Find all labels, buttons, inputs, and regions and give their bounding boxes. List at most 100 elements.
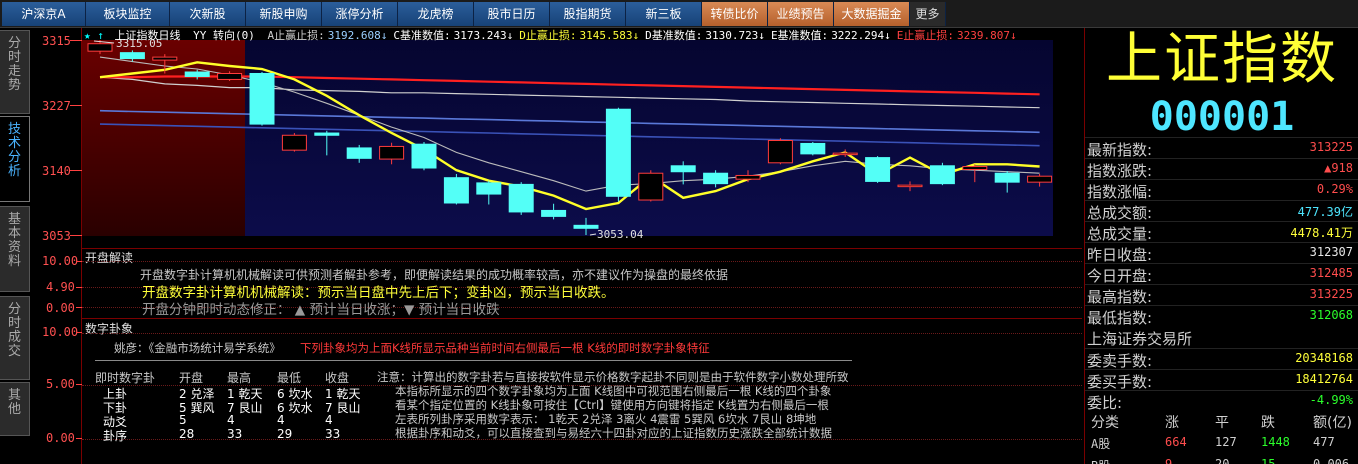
quote-label: 指数涨跌: xyxy=(1087,162,1153,180)
nav-tab-6[interactable]: 股市日历 xyxy=(474,2,550,26)
hexagram-header: 开盘 xyxy=(179,371,204,385)
side-tab-3[interactable]: 分时成交 xyxy=(0,296,30,380)
candle-body xyxy=(735,174,761,180)
order-value: 20348168 xyxy=(1295,351,1353,365)
side-tab-char: 基 xyxy=(7,212,21,227)
candle-body xyxy=(541,209,567,217)
kline-chart[interactable]: 3315.05 3053.04 xyxy=(82,28,1082,248)
candle-body xyxy=(703,172,729,185)
candle-body xyxy=(152,56,178,61)
side-tab-char: 成 xyxy=(7,330,21,345)
legend-item-label: A止赢止损: xyxy=(267,29,325,42)
side-tab-char: 他 xyxy=(7,402,21,417)
price-scale-tick xyxy=(70,170,82,171)
candle-body xyxy=(865,157,891,182)
low-annotation: 3053.04 xyxy=(597,228,644,241)
price-scale-label-3315: 3315 xyxy=(42,34,71,48)
chart-legend: ★ ↑ 上证指数日线 YY 转向(0) A止赢止损: 3192.608↓ C基准数值… xyxy=(84,27,1023,42)
panel2-title: 数字卦象 xyxy=(85,322,134,336)
hexagram-cell: 5 xyxy=(179,413,187,427)
nav-tab-7[interactable]: 股指期货 xyxy=(550,2,626,26)
legend-title: 上证指数日线 xyxy=(114,29,181,42)
panel1-scale-4: 4.90 xyxy=(46,280,75,294)
side-tab-char: 技 xyxy=(7,122,21,137)
legend-yy: YY 转向(0) xyxy=(193,29,255,42)
legend-item-value: 3145.583↓ xyxy=(579,29,640,42)
hexagram-cell: 4 xyxy=(227,413,235,427)
legend-item-value: 3130.723↓ xyxy=(705,29,765,42)
breadth-cell: 9 xyxy=(1165,457,1173,464)
breadth-cell: 127 xyxy=(1215,435,1237,449)
quote-label: 最高指数: xyxy=(1087,288,1153,306)
nav-highlight-tab-0[interactable]: 转债比价 xyxy=(702,2,768,26)
order-row: 委买手数: 18412764 xyxy=(1085,369,1358,391)
nav-tab-4[interactable]: 涨停分析 xyxy=(322,2,398,26)
side-tab-char: 分 xyxy=(7,36,21,51)
candle-body xyxy=(476,182,502,195)
quote-value: 4478.41万 xyxy=(1290,226,1353,240)
legend-item-label: E止赢止损: xyxy=(896,29,955,42)
panel1-scale-10: 10.00 xyxy=(42,254,79,268)
price-scale-tick xyxy=(70,235,82,236)
nav-highlight-tab-1[interactable]: 业绩预告 xyxy=(768,2,834,26)
quote-label: 指数涨幅: xyxy=(1087,183,1153,201)
nav-tab-5[interactable]: 龙虎榜 xyxy=(398,2,474,26)
breadth-header: 额(亿) xyxy=(1313,415,1352,431)
nav-tab-8[interactable]: 新三板 xyxy=(626,2,702,26)
quote-label: 最新指数: xyxy=(1087,141,1153,159)
legend-item-value: 3222.294↓ xyxy=(831,29,891,42)
candle-body xyxy=(217,72,243,80)
panel2-scale-10: 10.00 xyxy=(42,325,79,339)
legend-item-label: D止赢止损: xyxy=(519,29,577,42)
nav-highlight-tab-2[interactable]: 大数据掘金 xyxy=(834,2,910,26)
quote-row: 今日开盘: 312485 xyxy=(1085,263,1358,285)
quote-value: 312307 xyxy=(1309,245,1353,259)
panel1-scale-0: 0.00 xyxy=(46,301,75,315)
side-tab-0[interactable]: 分时走势 xyxy=(0,30,30,114)
quote-row: 昨日收盘: 312307 xyxy=(1085,242,1358,264)
legend-items: A止赢止损: 3192.608↓ C基准数值: 3173.243↓ D止赢止损: 3145… xyxy=(268,29,1023,42)
nav-tab-1[interactable]: 板块监控 xyxy=(86,2,170,26)
breadth-cell: 15 xyxy=(1261,457,1276,464)
hexagram-header: 最低 xyxy=(277,371,302,385)
quote-value: 0.29% xyxy=(1316,182,1353,196)
side-tab-2[interactable]: 基本资料 xyxy=(0,206,30,292)
candle-body xyxy=(411,143,437,169)
breadth-cell: 1448 xyxy=(1261,435,1290,449)
side-tab-4[interactable]: 其他 xyxy=(0,382,30,436)
candle-body xyxy=(994,172,1020,183)
quote-label: 今日开盘: xyxy=(1087,267,1153,285)
panel2-divider xyxy=(95,360,852,361)
index-quote-panel: 上证指数 000001 最新指数: 313225 指数涨跌: ▲918 指数涨幅: 0.2… xyxy=(1084,28,1358,464)
panel1-gridline xyxy=(82,261,1082,262)
nav-tab-0[interactable]: 沪深京A xyxy=(2,2,86,26)
legend-item-value: 3239.807↓ xyxy=(957,29,1017,42)
nav-tab-3[interactable]: 新股申购 xyxy=(246,2,322,26)
quote-row: 总成交额: 477.39亿 xyxy=(1085,200,1358,222)
chart-background-blue xyxy=(245,40,1053,236)
hexagram-cell: 28 xyxy=(179,427,195,441)
legend-item-label: D基准数值: xyxy=(645,29,703,42)
breadth-cell: B股 xyxy=(1091,457,1110,464)
candle-body xyxy=(638,172,664,201)
hexagram-cell: 33 xyxy=(325,427,341,441)
side-tab-char: 势 xyxy=(7,78,21,93)
nav-more-button[interactable]: 更多 xyxy=(910,2,946,26)
legend-item-label: E基准数值: xyxy=(770,29,829,42)
breadth-header: 平 xyxy=(1215,415,1229,431)
order-value: 18412764 xyxy=(1295,372,1353,386)
panel-open-reading: 开盘解读 开盘数字卦计算机机械解读可供预测者解卦参考，即便解读结果的成功概率较高… xyxy=(82,248,1082,318)
panel2-red: 下列卦象均为上面K线所显示品种当前时间右侧最后一根 K线的即时数字卦象特征 xyxy=(300,341,710,355)
nav-tab-2[interactable]: 次新股 xyxy=(170,2,246,26)
side-tab-char: 走 xyxy=(7,64,21,79)
breadth-cell: 20 xyxy=(1215,457,1230,464)
breadth-cell: A股 xyxy=(1091,437,1111,451)
candle-body xyxy=(573,224,599,229)
side-tab-1[interactable]: 技术分析 xyxy=(0,116,30,202)
quote-row: 指数涨幅: 0.29% xyxy=(1085,179,1358,201)
quote-value: ▲918 xyxy=(1324,161,1353,175)
quote-value: 312068 xyxy=(1309,308,1353,322)
side-tab-char: 其 xyxy=(7,388,21,403)
hexagram-cell: 4 xyxy=(277,413,285,427)
candle-body xyxy=(379,145,405,160)
